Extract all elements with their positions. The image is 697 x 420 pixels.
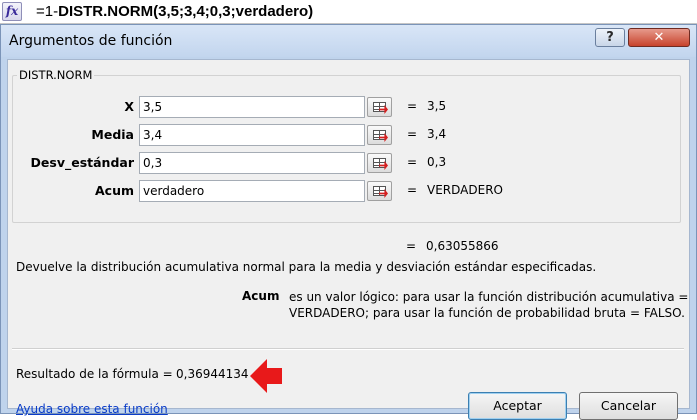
cancel-button[interactable]: Cancelar (579, 392, 678, 420)
dialog-title: Argumentos de función (9, 33, 173, 49)
formula-result-value: 0,36944134 (176, 367, 249, 381)
arg-row-desv-estandar: Desv_estándar 0,3 = 0,3 (13, 152, 682, 174)
formula-prefix: =1- (36, 3, 59, 20)
arg-label-acum: Acum (94, 183, 134, 198)
arg-result-x: 3,5 (427, 99, 447, 113)
formula-result-label: Resultado de la fórmula = (16, 367, 173, 381)
help-button[interactable]: ? (595, 28, 625, 47)
range-picker-button-x[interactable] (367, 97, 392, 117)
arg-equals: = (407, 127, 418, 141)
total-result: 0,63055866 (426, 239, 499, 253)
arg-input-acum[interactable]: verdadero (139, 180, 365, 202)
red-arrow-icon (250, 359, 282, 393)
formula-text[interactable]: =1-DISTR.NORM(3,5;3,4;0,3;verdadero) (36, 1, 313, 23)
divider (12, 348, 684, 350)
arguments-group: DISTR.NORM X 3,5 = 3,5 Media 3,4 = 3,4 D… (12, 68, 681, 223)
dialog-body: DISTR.NORM X 3,5 = 3,5 Media 3,4 = 3,4 D… (7, 59, 690, 420)
arg-row-media: Media 3,4 = 3,4 (13, 124, 682, 146)
arg-label-media: Media (91, 127, 134, 142)
function-arguments-dialog: Argumentos de función ? ✕ DISTR.NORM X 3… (0, 24, 697, 420)
function-name: DISTR.NORM (19, 68, 93, 82)
arg-label-desv-estandar: Desv_estándar (30, 155, 134, 170)
arg-label-x: X (124, 99, 134, 114)
red-arrow-shape (250, 359, 282, 393)
collapse-dialog-icon (373, 158, 386, 168)
arg-result-acum: VERDADERO (427, 183, 503, 197)
arg-equals: = (407, 155, 418, 169)
arg-row-acum: Acum verdadero = VERDADERO (13, 180, 682, 202)
range-picker-button-acum[interactable] (367, 181, 392, 201)
collapse-dialog-icon (373, 102, 386, 112)
formula-bar: fx =1-DISTR.NORM(3,5;3,4;0,3;verdadero) (0, 0, 697, 24)
arg-input-x[interactable]: 3,5 (139, 96, 365, 118)
arg-input-desv-estandar[interactable]: 0,3 (139, 152, 365, 174)
arg-result-media: 3,4 (427, 127, 447, 141)
formula-function: DISTR.NORM(3,5;3,4;0,3;verdadero) (58, 3, 314, 20)
ok-button[interactable]: Aceptar (468, 392, 567, 420)
arg-help-name: Acum (242, 289, 280, 303)
collapse-dialog-icon (373, 186, 386, 196)
range-picker-button-media[interactable] (367, 125, 392, 145)
close-button[interactable]: ✕ (628, 28, 690, 47)
arg-result-desv-estandar: 0,3 (427, 155, 447, 169)
arg-equals: = (407, 99, 418, 113)
arg-help-text: es un valor lógico: para usar la función… (289, 290, 689, 320)
arg-input-media[interactable]: 3,4 (139, 124, 365, 146)
range-picker-button-desv-estandar[interactable] (367, 153, 392, 173)
insert-function-icon[interactable]: fx (2, 2, 22, 21)
total-equals: = (406, 239, 417, 253)
arg-equals: = (407, 183, 418, 197)
arg-row-x: X 3,5 = 3,5 (13, 96, 682, 118)
dialog-titlebar[interactable]: Argumentos de función ? ✕ (1, 25, 696, 57)
function-description: Devuelve la distribución acumulativa nor… (16, 260, 597, 274)
collapse-dialog-icon (373, 130, 386, 140)
